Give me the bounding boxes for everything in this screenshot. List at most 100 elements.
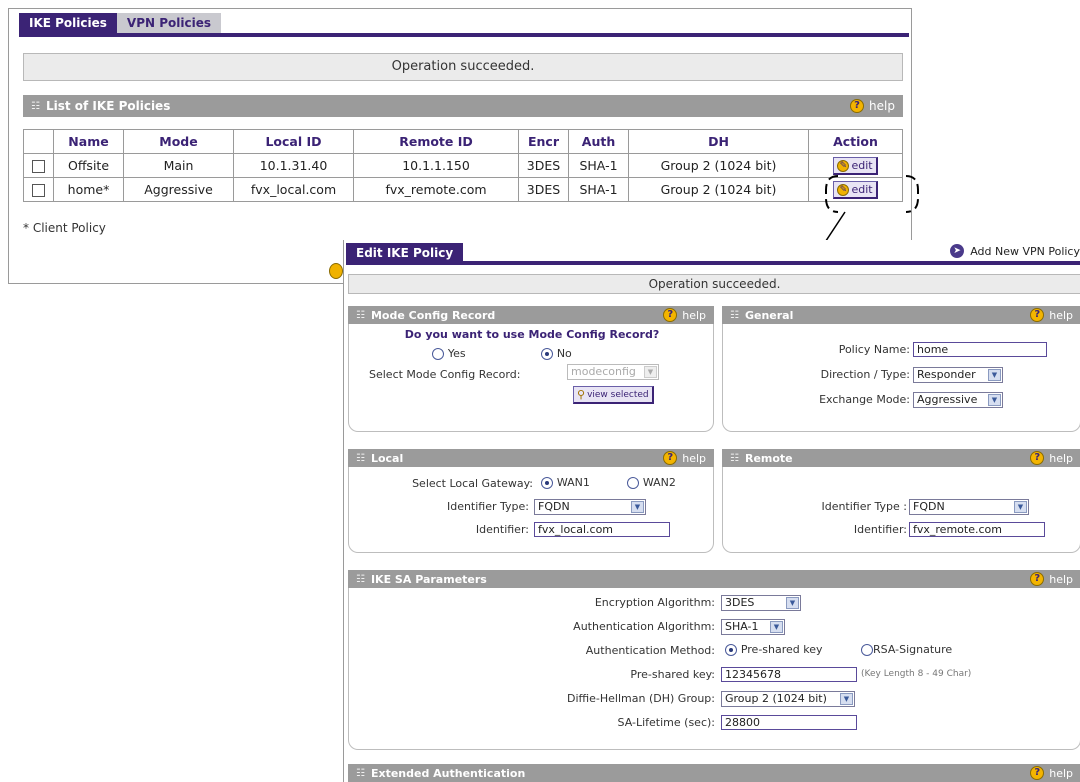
wan1-option[interactable]: WAN1 [541,475,590,489]
exchange-mode-select[interactable]: Aggressive ▼ [913,392,1003,408]
grip-icon: ☷ [730,452,739,464]
grip-icon: ☷ [356,309,365,321]
help-link[interactable]: ? help [1030,308,1073,322]
remote-identifier-label: Identifier: [853,523,907,536]
yes-label: Yes [447,347,466,360]
rsa-option-label: RSA-Signature [873,643,953,656]
general-title: General [744,308,794,322]
help-link[interactable]: ? help [1030,766,1073,780]
remote-id-type-value: FQDN [913,500,945,513]
ike-sa-header: ☷ IKE SA Parameters ? help [348,570,1080,588]
mode-config-panel: Do you want to use Mode Config Record? Y… [348,324,714,432]
edit-status-text: Operation succeeded. [648,277,781,291]
ike-sa-panel: Encryption Algorithm: 3DES ▼ Authenticati… [348,588,1080,750]
help-icon: ? [663,451,678,465]
auth-method-label: Authentication Method: [585,644,715,657]
dh-group-label: Diffie-Hellman (DH) Group: [567,692,715,705]
direction-value: Responder [917,368,976,381]
policy-name-label: Policy Name: [838,343,910,356]
select-mode-config-label: Select Mode Config Record: [369,368,521,381]
remote-title: Remote [744,451,793,465]
local-header: ☷ Local ? help [348,449,714,467]
mode-config-no-option[interactable]: No [541,346,572,360]
magnifier-icon: ⚲ [577,388,586,401]
dh-group-value: Group 2 (1024 bit) [725,692,827,705]
encryption-value: 3DES [725,596,755,609]
wan1-radio[interactable] [541,476,553,489]
help-label: help [1049,451,1073,465]
wan2-label: WAN2 [642,476,676,489]
grip-icon: ☷ [356,767,365,779]
mode-config-title: Mode Config Record [370,308,496,322]
mode-config-select-value: modeconfig [571,365,636,378]
mode-config-select[interactable]: modeconfig ▼ [567,364,659,380]
help-link[interactable]: ? help [663,308,706,322]
rsa-option[interactable]: RSA-Signature [861,642,952,656]
remote-header: ☷ Remote ? help [722,449,1080,467]
chevron-down-icon: ▼ [988,369,1001,381]
mode-config-yes-option[interactable]: Yes [432,346,466,360]
edit-ike-policy-window: Edit IKE Policy ➤ Add New VPN Policy Ope… [343,240,1080,782]
mode-config-header: ☷ Mode Config Record ? help [348,306,714,324]
remote-id-type-label: Identifier Type : [821,500,907,513]
sa-lifetime-input[interactable]: 28800 [721,715,857,730]
extended-auth-header: ☷ Extended Authentication ? help [348,764,1080,782]
encryption-label: Encryption Algorithm: [594,596,715,609]
chevron-down-icon: ▼ [770,621,783,633]
local-gateway-label: Select Local Gateway: [412,477,533,490]
yes-radio[interactable] [432,347,444,360]
view-selected-button[interactable]: ⚲ view selected [573,386,654,404]
extended-auth-title: Extended Authentication [370,766,526,780]
direction-select[interactable]: Responder ▼ [913,367,1003,383]
remote-identifier-input[interactable]: fvx_remote.com [909,522,1045,537]
tab-edit-ike-policy[interactable]: Edit IKE Policy [346,243,464,263]
chevron-down-icon: ▼ [988,394,1001,406]
chevron-down-icon: ▼ [786,597,799,609]
psk-input[interactable]: 12345678 [721,667,857,682]
grip-icon: ☷ [356,452,365,464]
psk-option-label: Pre-shared key [740,643,823,656]
help-icon: ? [1030,451,1045,465]
general-panel: Policy Name: home Direction / Type: Resp… [722,324,1080,432]
help-icon: ? [663,308,678,322]
no-radio[interactable] [541,347,553,360]
local-identifier-label: Identifier: [475,523,529,536]
no-label: No [556,347,572,360]
policy-name-input[interactable]: home [913,342,1047,357]
local-id-type-value: FQDN [538,500,570,513]
rsa-radio[interactable] [861,643,873,656]
local-identifier-input[interactable]: fvx_local.com [534,522,670,537]
authentication-value: SHA-1 [725,620,759,633]
wan2-radio[interactable] [627,476,639,489]
chevron-down-icon: ▼ [1014,501,1027,513]
help-link[interactable]: ? help [1030,451,1073,465]
help-link[interactable]: ? help [1030,572,1073,586]
help-label: help [1049,572,1073,586]
exchange-mode-value: Aggressive [917,393,978,406]
mode-config-question: Do you want to use Mode Config Record? [404,328,660,341]
local-id-type-select[interactable]: FQDN ▼ [534,499,646,515]
chevron-down-icon: ▼ [840,693,853,705]
psk-option[interactable]: Pre-shared key [725,642,823,656]
help-label: help [682,451,706,465]
local-id-type-label: Identifier Type: [446,500,529,513]
arrow-circle-icon: ➤ [950,244,965,258]
edit-status-message: Operation succeeded. [348,274,1080,294]
remote-panel: Identifier Type : FQDN ▼ Identifier: fvx_… [722,467,1080,553]
authentication-select[interactable]: SHA-1 ▼ [721,619,785,635]
help-link[interactable]: ? help [663,451,706,465]
edit-tab-underline [346,261,1080,265]
remote-id-type-select[interactable]: FQDN ▼ [909,499,1029,515]
help-label: help [1049,766,1073,780]
help-icon: ? [1030,308,1045,322]
psk-radio[interactable] [725,643,737,656]
help-icon: ? [1030,572,1045,586]
encryption-select[interactable]: 3DES ▼ [721,595,801,611]
add-vpn-policy-link[interactable]: ➤ Add New VPN Policy [950,244,1080,258]
help-icon: ? [1030,766,1045,780]
psk-hint: (Key Length 8 - 49 Char) [861,669,972,679]
dh-group-select[interactable]: Group 2 (1024 bit) ▼ [721,691,855,707]
direction-label: Direction / Type: [820,368,910,381]
grip-icon: ☷ [356,573,365,585]
wan2-option[interactable]: WAN2 [627,475,676,489]
